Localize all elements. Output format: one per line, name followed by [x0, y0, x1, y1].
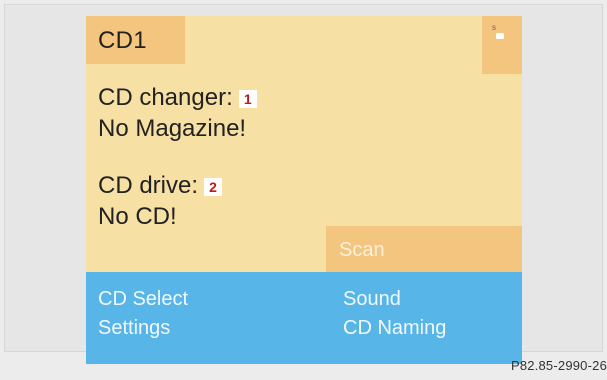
corner-status-block: s: [482, 16, 522, 74]
cd-changer-status: No Magazine!: [98, 115, 247, 142]
title-tab: CD1: [86, 16, 185, 64]
cd-changer-line: CD changer: 1: [98, 82, 257, 113]
scan-label: Scan: [339, 239, 385, 261]
bottom-menu-bar: CD Select Settings Sound CD Naming: [86, 272, 522, 364]
figure-reference-code: P82.85-2990-26: [510, 358, 607, 373]
menu-item-settings[interactable]: Settings: [98, 317, 170, 340]
cd-changer-section: CD changer: 1 No Magazine!: [98, 82, 257, 144]
menu-item-sound[interactable]: Sound: [343, 288, 401, 311]
cd-drive-label: CD drive:: [98, 172, 199, 199]
corner-icon-label: s: [492, 23, 496, 32]
menu-item-cd-select[interactable]: CD Select: [98, 288, 188, 311]
screen-title: CD1: [98, 27, 147, 54]
cd-drive-line: CD drive: 2: [98, 170, 223, 201]
cd-drive-status: No CD!: [98, 203, 177, 230]
corner-disc-shape: [496, 33, 504, 39]
cd-screen: CD1 s CD changer: 1 No Magazine! CD drive…: [86, 16, 522, 364]
menu-item-cd-naming[interactable]: CD Naming: [343, 317, 446, 340]
callout-marker-2: 2: [204, 178, 223, 196]
callout-marker-1: 1: [238, 90, 257, 108]
cd-changer-label: CD changer:: [98, 84, 233, 111]
cd-drive-section: CD drive: 2 No CD!: [98, 170, 223, 232]
disc-status-icon: s: [492, 23, 506, 41]
scan-button[interactable]: Scan: [326, 226, 522, 272]
